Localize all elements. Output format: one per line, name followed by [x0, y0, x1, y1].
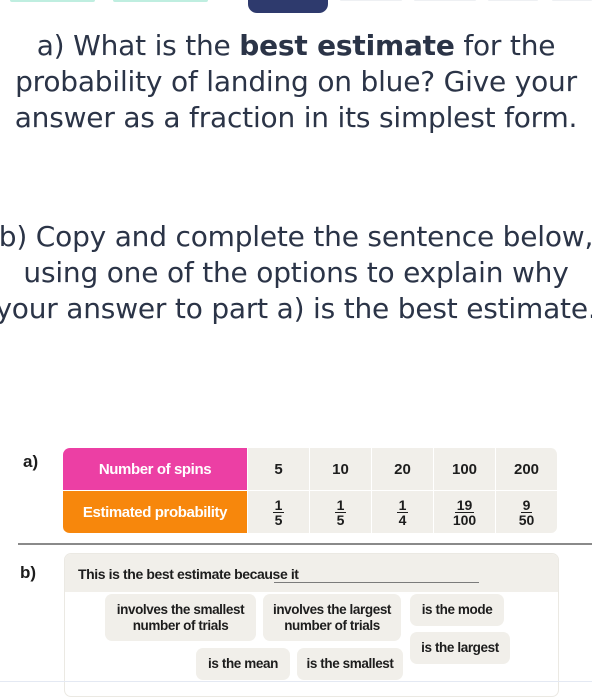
option-label: is the largest	[421, 640, 499, 655]
probability-cell: 15	[248, 491, 310, 534]
option-largest-trials[interactable]: involves the largest number of trials	[263, 594, 401, 641]
option-smallest-trials[interactable]: involves the smallest number of trials	[105, 594, 256, 641]
progress-segment-done	[113, 0, 208, 2]
row-header-probability: Estimated probability	[63, 491, 248, 534]
row-header-spins: Number of spins	[63, 448, 248, 491]
probability-cell: 9 50	[496, 491, 558, 534]
option-mean[interactable]: is the mean	[196, 648, 290, 680]
spins-cell: 20	[372, 448, 434, 491]
progress-segment-todo	[340, 0, 402, 1]
table-row-probability: Estimated probability 15 15 14 19 100 9 50	[63, 491, 558, 534]
fraction: 19 100	[451, 498, 478, 527]
table-row-spins: Number of spins 5 10 20 100 200	[63, 448, 558, 491]
fraction-denominator: 5	[336, 511, 345, 528]
probability-table: Number of spins 5 10 20 100 200 Estimate…	[63, 448, 558, 534]
answer-blank	[274, 582, 479, 583]
fraction-denominator: 100	[452, 511, 477, 528]
option-label: is the smallest	[306, 656, 394, 671]
progress-segment-done	[10, 0, 95, 2]
figure-part-b-label: b)	[20, 563, 37, 582]
spins-cell: 100	[434, 448, 496, 491]
option-label: is the mode	[421, 602, 493, 617]
spins-cell: 5	[248, 448, 310, 491]
probability-cell: 19 100	[434, 491, 496, 534]
divider	[18, 543, 592, 545]
bottom-border	[0, 681, 592, 682]
fraction-numerator: 19	[454, 496, 475, 513]
probability-cell: 15	[310, 491, 372, 534]
progress-segment-current	[248, 0, 328, 13]
progress-segment-todo	[552, 0, 592, 1]
fraction: 14	[396, 496, 409, 528]
fraction-numerator: 9	[520, 496, 533, 513]
fraction: 15	[334, 496, 347, 528]
figure-part-a-label: a)	[23, 452, 39, 471]
spins-cell: 10	[310, 448, 372, 491]
fraction-denominator: 4	[398, 511, 407, 528]
progress-segment-todo	[414, 0, 476, 1]
question-a-emphasis: best estimate	[239, 29, 455, 62]
fraction-numerator: 1	[334, 496, 347, 513]
option-label: involves the largest number of trials	[272, 601, 392, 633]
probability-cell: 14	[372, 491, 434, 534]
sentence-header: This is the best estimate because it	[65, 554, 558, 592]
question-a: a) What is the best estimate for the pro…	[0, 28, 592, 136]
question-b-text: b) Copy and complete the sentence below,…	[0, 220, 592, 325]
fraction-numerator: 1	[396, 496, 409, 513]
progress-segment-todo	[488, 0, 538, 1]
option-largest[interactable]: is the largest	[410, 632, 510, 664]
sentence-text: This is the best estimate because it	[78, 566, 299, 582]
option-label: is the mean	[208, 656, 278, 671]
question-a-prefix: a) What is the	[36, 29, 240, 62]
option-label: involves the smallest number of trials	[116, 601, 245, 633]
option-smallest[interactable]: is the smallest	[297, 648, 403, 680]
fraction: 15	[272, 496, 285, 528]
fraction-denominator: 50	[518, 511, 535, 528]
option-mode[interactable]: is the mode	[410, 594, 504, 626]
spins-cell: 200	[496, 448, 558, 491]
fraction-denominator: 5	[274, 511, 283, 528]
question-b: b) Copy and complete the sentence below,…	[0, 219, 592, 327]
fraction: 9 50	[517, 498, 537, 527]
fraction-numerator: 1	[272, 496, 285, 513]
